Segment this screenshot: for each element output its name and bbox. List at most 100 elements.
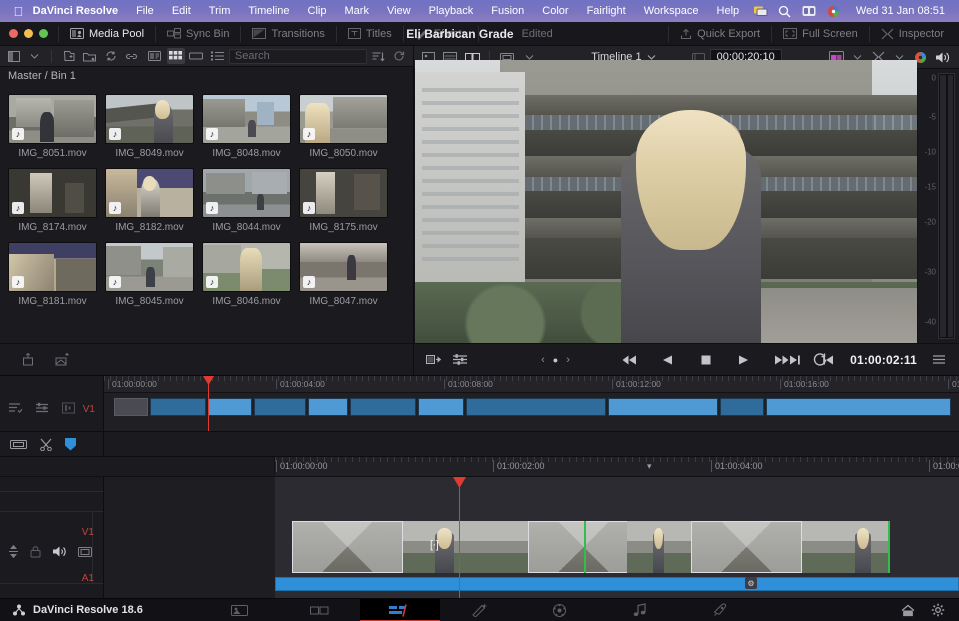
- clip-thumbnail[interactable]: ♪: [105, 94, 194, 144]
- media-pool-button[interactable]: Media Pool: [58, 26, 156, 42]
- titles-button[interactable]: Titles: [337, 26, 404, 42]
- color-page-button[interactable]: [520, 599, 600, 621]
- full-screen-button[interactable]: Full Screen: [772, 26, 870, 42]
- timeline-playhead[interactable]: [459, 477, 460, 598]
- transitions-button[interactable]: Transitions: [241, 26, 336, 42]
- media-clip-item[interactable]: ♪ IMG_8181.mov: [4, 239, 101, 313]
- maximize-window-button[interactable]: [39, 29, 48, 38]
- clip-thumbnail[interactable]: ♪: [299, 168, 388, 218]
- search-input-wrapper[interactable]: [229, 49, 367, 64]
- track-options-icon[interactable]: [35, 402, 50, 414]
- media-clip-item[interactable]: ♪ IMG_8174.mov: [4, 165, 101, 239]
- timeline-clip[interactable]: [802, 521, 888, 573]
- flag-tool-icon[interactable]: [65, 438, 76, 451]
- media-clip-item[interactable]: ♪ IMG_8175.mov: [295, 165, 392, 239]
- stop-icon[interactable]: [694, 350, 718, 370]
- audio-view-icon[interactable]: [62, 402, 75, 414]
- video-enable-icon[interactable]: [78, 546, 92, 558]
- metadata-view-icon[interactable]: [146, 48, 164, 64]
- video-track-v1[interactable]: [·] [·]: [275, 519, 959, 575]
- timeline-clip[interactable]: [627, 521, 691, 573]
- audio-track-a1[interactable]: [275, 577, 959, 591]
- media-clip-item[interactable]: ♪ IMG_8047.mov: [295, 239, 392, 313]
- menu-item-davinci-resolve[interactable]: DaVinci Resolve: [29, 5, 127, 17]
- media-clip-item[interactable]: ♪ IMG_8050.mov: [295, 91, 392, 165]
- timeline-clip[interactable]: [691, 521, 802, 573]
- effects-button[interactable]: Effects: [404, 26, 479, 42]
- settings-gear-icon[interactable]: [931, 603, 945, 617]
- search-input[interactable]: [235, 50, 361, 62]
- track-label-a1[interactable]: A1: [82, 573, 94, 584]
- jump-start-icon[interactable]: [618, 350, 642, 370]
- overview-segment[interactable]: [150, 398, 206, 416]
- control-center-icon[interactable]: [797, 5, 821, 17]
- overview-segment[interactable]: [208, 398, 252, 416]
- menu-item-view[interactable]: View: [378, 5, 420, 17]
- out-point-icon[interactable]: [816, 350, 840, 370]
- menu-item-playback[interactable]: Playback: [420, 5, 483, 17]
- marker-tool-icon[interactable]: [10, 438, 27, 451]
- prev-marker-icon[interactable]: ‹: [541, 354, 545, 366]
- menu-item-fusion[interactable]: Fusion: [482, 5, 533, 17]
- siri-icon[interactable]: [821, 5, 845, 18]
- menu-item-edit[interactable]: Edit: [163, 5, 200, 17]
- timeline-options-icon[interactable]: [8, 402, 23, 414]
- media-clip-item[interactable]: ♪ IMG_8046.mov: [198, 239, 295, 313]
- deliver-page-button[interactable]: [680, 599, 760, 621]
- fairlight-page-button[interactable]: [600, 599, 680, 621]
- overview-track[interactable]: [104, 398, 959, 416]
- list-view-icon[interactable]: [208, 48, 226, 64]
- media-clip-item[interactable]: ♪ IMG_8048.mov: [198, 91, 295, 165]
- smart-bin-icon[interactable]: [81, 48, 99, 64]
- play-icon[interactable]: [732, 350, 756, 370]
- audio-mute-icon[interactable]: [52, 545, 67, 558]
- overview-segment[interactable]: [608, 398, 718, 416]
- transition-marker[interactable]: [·]: [430, 539, 438, 551]
- viewer-stage[interactable]: [414, 69, 918, 343]
- overview-segment[interactable]: [254, 398, 306, 416]
- edit-page-button[interactable]: [360, 599, 440, 621]
- bin-panel-icon[interactable]: [5, 48, 23, 64]
- refresh-icon[interactable]: [390, 48, 408, 64]
- track-label-v1[interactable]: V1: [82, 527, 94, 538]
- link-icon[interactable]: [122, 48, 140, 64]
- lock-icon[interactable]: [30, 545, 41, 558]
- in-point-icon[interactable]: [782, 350, 806, 370]
- menu-item-file[interactable]: File: [127, 5, 163, 17]
- quick-export-button[interactable]: Quick Export: [668, 26, 772, 42]
- ruler-strip[interactable]: 01:00:00:00 01:00:02:00 01:00:04:00 01:0…: [275, 457, 959, 476]
- search-icon[interactable]: [773, 5, 797, 18]
- menu-item-trim[interactable]: Trim: [200, 5, 240, 17]
- chevron-down-icon[interactable]: [26, 48, 44, 64]
- media-clip-item[interactable]: ♪ IMG_8051.mov: [4, 91, 101, 165]
- menu-item-clip[interactable]: Clip: [299, 5, 336, 17]
- clip-thumbnail[interactable]: ♪: [8, 242, 97, 292]
- clip-thumbnail[interactable]: ♪: [202, 242, 291, 292]
- media-clip-item[interactable]: ♪ IMG_8044.mov: [198, 165, 295, 239]
- timeline-ruler[interactable]: 01:00:00:00 01:00:02:00 01:00:04:00 01:0…: [0, 457, 959, 477]
- clip-thumbnail[interactable]: ♪: [8, 94, 97, 144]
- media-page-button[interactable]: [200, 599, 280, 621]
- close-window-button[interactable]: [9, 29, 18, 38]
- media-clip-item[interactable]: ♪ IMG_8045.mov: [101, 239, 198, 313]
- window-controls[interactable]: [0, 29, 58, 38]
- append-clip-icon[interactable]: [18, 352, 38, 368]
- chevron-down-icon[interactable]: ▾: [647, 461, 652, 472]
- overview-segment[interactable]: [766, 398, 951, 416]
- fusion-page-button[interactable]: [440, 599, 520, 621]
- clip-thumbnail[interactable]: ♪: [202, 168, 291, 218]
- cut-page-button[interactable]: [280, 599, 360, 621]
- media-clip-item[interactable]: ♪ IMG_8182.mov: [101, 165, 198, 239]
- clip-thumbnail[interactable]: ♪: [8, 168, 97, 218]
- menu-item-workspace[interactable]: Workspace: [635, 5, 708, 17]
- sync-bin-button[interactable]: Sync Bin: [156, 26, 241, 42]
- overview-segment[interactable]: [350, 398, 416, 416]
- overview-segment[interactable]: [418, 398, 464, 416]
- screen-share-icon[interactable]: [748, 5, 772, 17]
- overview-segment[interactable]: [114, 398, 148, 416]
- append-audio-icon[interactable]: [52, 352, 72, 368]
- gear-icon[interactable]: ⚙: [745, 577, 757, 589]
- overview-playhead[interactable]: [208, 376, 209, 431]
- marker-icon[interactable]: ●: [553, 355, 558, 365]
- overview-body[interactable]: 01:00:00:00 01:00:04:00 01:00:08:00 01:0…: [104, 376, 959, 431]
